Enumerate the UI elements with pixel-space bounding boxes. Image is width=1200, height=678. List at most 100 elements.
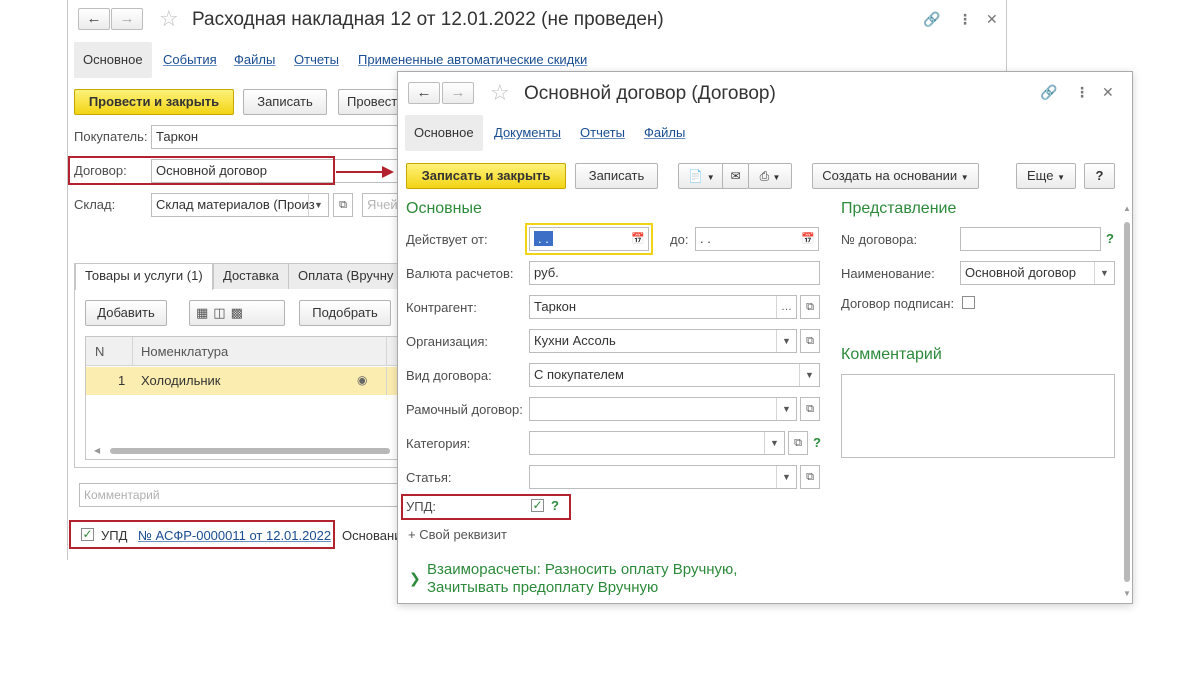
tab-reports[interactable]: Отчеты — [580, 125, 625, 141]
chevron-down-icon: ▼ — [960, 173, 969, 182]
vertical-scrollbar[interactable] — [1124, 222, 1130, 582]
open-icon[interactable]: ⧉ — [333, 193, 353, 217]
post-and-close-button[interactable]: Провести и закрыть — [74, 89, 234, 115]
mail-button[interactable]: ✉ — [722, 163, 749, 189]
save-button[interactable]: Записать — [243, 89, 327, 115]
open-icon[interactable]: ⧉ — [800, 397, 820, 421]
name-field[interactable]: Основной договор ▼ — [960, 261, 1115, 285]
help-icon[interactable]: ? — [813, 435, 821, 450]
chevron-down-icon[interactable]: ▼ — [308, 194, 328, 216]
upd-checkbox[interactable]: ✓ — [531, 499, 544, 512]
tab-main[interactable]: Основное — [405, 115, 483, 151]
print-button[interactable]: ⎙ ▼ — [748, 163, 792, 189]
tab-delivery[interactable]: Доставка — [213, 263, 289, 289]
warehouse-field[interactable]: Склад материалов (Произ ▼ — [151, 193, 329, 217]
add-row-button[interactable]: Добавить — [85, 300, 167, 326]
tab-main[interactable]: Основное — [74, 42, 152, 78]
organization-field[interactable]: Кухни Ассоль ▼ — [529, 329, 797, 353]
window-title: Расходная накладная 12 от 12.01.2022 (не… — [192, 9, 664, 30]
tab-goods[interactable]: Товары и услуги (1) — [75, 263, 213, 290]
barcode-tools[interactable]: ▦◫▩ — [189, 300, 285, 326]
tab-events[interactable]: События — [163, 52, 217, 68]
close-icon[interactable]: ✕ — [986, 11, 998, 27]
create-based-on-button[interactable]: Создать на основании ▼ — [812, 163, 979, 189]
chevron-down-icon[interactable]: ▼ — [776, 398, 796, 420]
tab-reports[interactable]: Отчеты — [294, 52, 339, 68]
chevron-down-icon[interactable]: ▼ — [776, 466, 796, 488]
valid-to-field[interactable]: . . 📅 — [695, 227, 819, 251]
more-actions-button[interactable]: Еще ▼ — [1016, 163, 1076, 189]
chevron-down-icon[interactable]: ▼ — [799, 364, 819, 386]
warehouse-value: Склад материалов (Произ — [156, 197, 315, 212]
save-and-close-button[interactable]: Записать и закрыть — [406, 163, 566, 189]
scroll-down-icon[interactable]: ▼ — [1123, 590, 1131, 598]
view-icon[interactable]: ◉ — [357, 372, 367, 388]
open-icon[interactable]: ⧉ — [800, 329, 820, 353]
calendar-icon[interactable]: 📅 — [628, 228, 648, 250]
scroll-left-icon[interactable]: ◀ — [94, 447, 102, 455]
category-field[interactable]: ▼ — [529, 431, 785, 455]
calendar-icon[interactable]: 📅 — [798, 228, 818, 250]
barcode-icon[interactable]: ▦ — [196, 305, 213, 320]
forward-arrow-icon[interactable]: → — [442, 82, 474, 104]
attach-file-button[interactable]: 📄 ▼ — [678, 163, 725, 189]
tab-payment[interactable]: Оплата (Вручну — [288, 263, 398, 289]
contract-number-field[interactable] — [960, 227, 1101, 251]
scroll-up-icon[interactable]: ▲ — [1123, 205, 1131, 213]
signed-checkbox[interactable] — [962, 296, 975, 309]
contract-dialog: ← → ☆ Основной договор (Договор) 🔗 ⋮ ✕ О… — [397, 71, 1133, 604]
more-label: Еще — [1027, 168, 1054, 183]
currency-field[interactable]: руб. — [529, 261, 820, 285]
contract-type-field[interactable]: С покупателем ▼ — [529, 363, 820, 387]
cell-field[interactable]: Ячей — [362, 193, 398, 217]
comment-textarea[interactable] — [841, 374, 1115, 458]
contract-type-value: С покупателем — [534, 367, 624, 382]
pick-button[interactable]: Подобрать — [299, 300, 391, 326]
help-icon[interactable]: ? — [1106, 231, 1114, 246]
signed-label: Договор подписан: — [841, 296, 955, 311]
help-button[interactable]: ? — [1084, 163, 1115, 189]
link-icon[interactable]: 🔗 — [923, 11, 940, 27]
valid-from-field[interactable]: . . 📅 — [529, 227, 649, 251]
open-icon[interactable]: ⧉ — [788, 431, 808, 455]
favorite-star-icon[interactable]: ☆ — [490, 82, 510, 104]
post-button[interactable]: Провест — [338, 89, 398, 115]
save-button[interactable]: Записать — [575, 163, 658, 189]
favorite-star-icon[interactable]: ☆ — [159, 8, 179, 30]
custom-attribute-link[interactable]: + Свой реквизит — [408, 527, 507, 543]
buyer-field[interactable]: Таркон — [151, 125, 398, 149]
name-label: Наименование: — [841, 266, 935, 281]
open-icon[interactable]: ⧉ — [800, 465, 820, 489]
link-icon[interactable]: 🔗 — [1040, 84, 1057, 100]
tab-documents[interactable]: Документы — [494, 125, 561, 141]
close-icon[interactable]: ✕ — [1102, 84, 1114, 100]
counterparty-field[interactable]: Таркон … — [529, 295, 797, 319]
select-ellipsis-icon[interactable]: … — [776, 296, 796, 318]
help-icon[interactable]: ? — [551, 498, 559, 513]
tab-files[interactable]: Файлы — [234, 52, 275, 68]
forward-arrow-icon[interactable]: → — [111, 8, 143, 30]
scale-icon[interactable]: ▩ — [231, 305, 248, 320]
more-icon[interactable]: ⋮ — [958, 11, 972, 27]
article-field[interactable]: ▼ — [529, 465, 797, 489]
scan-icon[interactable]: ◫ — [213, 305, 230, 320]
table-row[interactable]: 1 Холодильник ◉ — [86, 367, 399, 395]
expand-chevron-icon[interactable]: ❯ — [409, 570, 421, 586]
tab-auto-discounts[interactable]: Примененные автоматические скидки — [358, 52, 587, 68]
more-icon[interactable]: ⋮ — [1075, 84, 1089, 100]
upd-label: УПД: — [406, 499, 437, 514]
open-icon[interactable]: ⧉ — [800, 295, 820, 319]
chevron-down-icon[interactable]: ▼ — [1094, 262, 1114, 284]
horizontal-scrollbar[interactable] — [110, 448, 390, 454]
settlements-line1[interactable]: Взаиморасчеты: Разносить оплату Вручную, — [427, 561, 737, 579]
valid-from-label: Действует от: — [406, 232, 488, 247]
frame-contract-field[interactable]: ▼ — [529, 397, 797, 421]
back-arrow-icon[interactable]: ← — [78, 8, 110, 30]
col-nomenclature: Номенклатура — [141, 344, 229, 359]
chevron-down-icon[interactable]: ▼ — [776, 330, 796, 352]
tab-files[interactable]: Файлы — [644, 125, 685, 141]
chevron-down-icon[interactable]: ▼ — [764, 432, 784, 454]
settlements-line2[interactable]: Зачитывать предоплату Вручную — [427, 579, 658, 597]
comment-field[interactable]: Комментарий — [79, 483, 398, 507]
back-arrow-icon[interactable]: ← — [408, 82, 440, 104]
